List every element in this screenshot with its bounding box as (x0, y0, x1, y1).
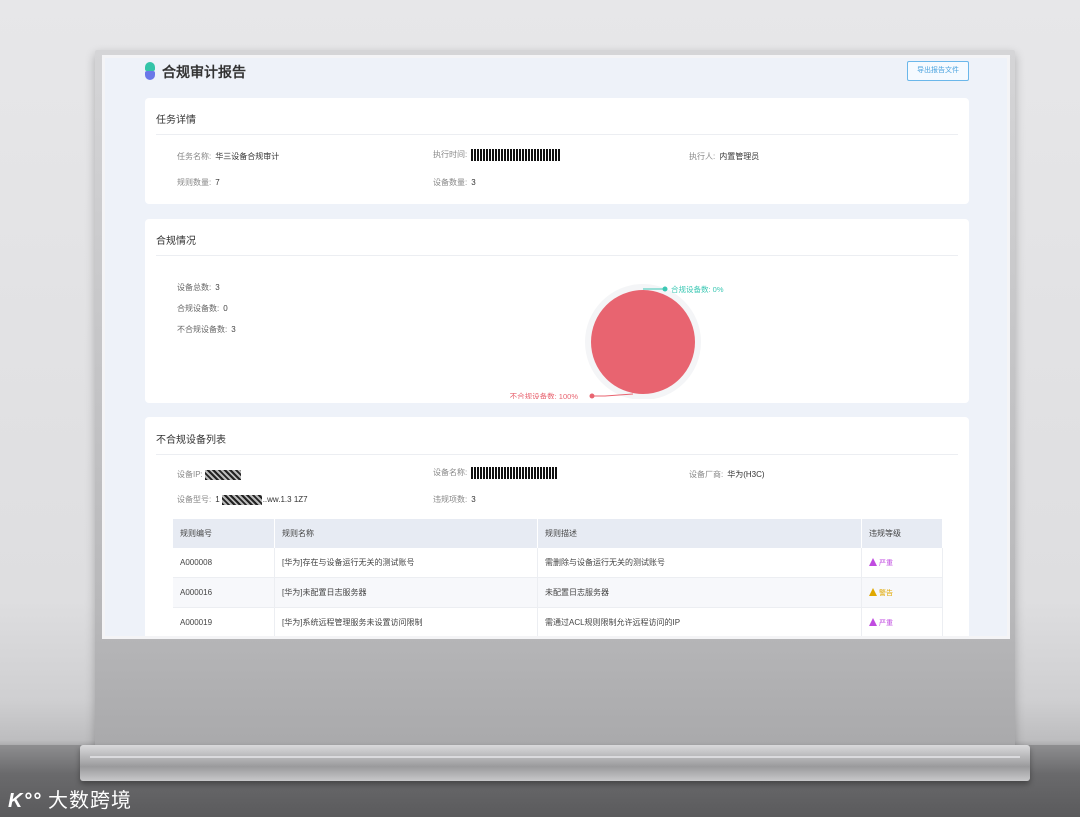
rule-id: A000016 (173, 577, 275, 608)
compliance-title: 合规情况 (156, 236, 196, 247)
total-devices: 设备总数: 3 (177, 283, 220, 292)
violation-count: 违规项数: 3 (433, 495, 476, 504)
rule-description: 需删除与设备运行无关的测试账号 (537, 548, 862, 578)
violations-table: 规则编号 规则名称 规则描述 违规等级 A000008 [华为]存在与设备运行无关… (173, 519, 943, 636)
column-header: 规则描述 (537, 519, 862, 548)
column-header: 规则编号 (173, 519, 275, 548)
level-text: 严重 (879, 559, 893, 567)
exec-time: 执行时间: (433, 149, 562, 161)
device-ip: 设备IP: (177, 469, 241, 480)
compliance-card: 合规情况 设备总数: 3 合规设备数: 0 不合规设备数: 3 合规设备数: 0% 不合… (145, 219, 969, 403)
table-header-row: 规则编号 规则名称 规则描述 违规等级 (173, 519, 943, 548)
redacted-model (221, 494, 262, 505)
redacted-ip (204, 469, 241, 480)
page-title: 合规审计报告 (162, 64, 246, 80)
app-logo-icon (145, 62, 155, 80)
rule-name: [华为]未配置日志服务器 (274, 577, 538, 608)
watermark: K°° 大数跨境 (8, 784, 132, 813)
device-vendor: 设备厂商: 华为(H3C) (689, 470, 765, 479)
screen: 合规审计报告 导出报告文件 任务详情 任务名称: 华三设备合规审计 执行时间: 执… (105, 58, 1007, 636)
task-details-card: 任务详情 任务名称: 华三设备合规审计 执行时间: 执行人: 内置管理员 规则数量:… (145, 98, 969, 204)
table-row: A000008 [华为]存在与设备运行无关的测试账号 需删除与设备运行无关的测试账号… (173, 548, 943, 578)
device-model: 设备型号: 1 ..ww.1.3 1Z7 (177, 494, 308, 505)
rule-description: 需通过ACL规则限制允许远程访问的IP (537, 607, 862, 636)
watermark-logo: K°° (8, 790, 42, 812)
pie-label-1: 不合规设备数: 100% (510, 391, 579, 399)
monitor-base (80, 745, 1030, 781)
column-header: 规则名称 (274, 519, 538, 548)
pie-leader-dot-0 (662, 286, 668, 292)
noncompliant-list-card: 不合规设备列表 设备IP: 设备名称: 设备厂商: 华为(H3C) 设备型号: 1.… (145, 417, 969, 636)
noncompliant-list-title: 不合规设备列表 (156, 435, 226, 446)
violation-level: 警告 (861, 577, 943, 608)
task-details-title: 任务详情 (156, 115, 196, 126)
executor: 执行人: 内置管理员 (689, 152, 760, 161)
warning-icon (869, 558, 877, 567)
device-count: 设备数量: 3 (433, 178, 476, 187)
warning-icon (869, 588, 877, 597)
rule-description: 未配置日志服务器 (537, 577, 862, 608)
compliance-pie-chart: 合规设备数: 0% 不合规设备数: 100% (510, 284, 724, 399)
level-text: 严重 (879, 619, 893, 627)
task-name: 任务名称: 华三设备合规审计 (177, 152, 280, 161)
monitor-base-highlight (90, 756, 1020, 758)
divider (156, 454, 958, 455)
rule-id: A000019 (173, 607, 275, 636)
pie-leader-dot-1 (589, 393, 595, 399)
rule-name: [华为]存在与设备运行无关的测试账号 (274, 548, 538, 578)
violation-level: 严重 (861, 607, 943, 636)
export-report-button[interactable]: 导出报告文件 (907, 61, 969, 81)
rule-id: A000008 (173, 548, 275, 578)
table-row: A000019 [华为]系统远程管理服务未设置访问限制 需通过ACL规则限制允许远程… (173, 607, 943, 636)
watermark-text: 大数跨境 (48, 790, 133, 812)
column-header: 违规等级 (861, 519, 943, 548)
table-body: A000008 [华为]存在与设备运行无关的测试账号 需删除与设备运行无关的测试账号… (173, 548, 943, 636)
redacted-device-name (471, 467, 558, 479)
pie-label-0: 合规设备数: 0% (671, 284, 724, 294)
divider (156, 134, 958, 135)
table-row: A000016 [华为]未配置日志服务器 未配置日志服务器 警告 (173, 577, 943, 608)
noncompliant-devices: 不合规设备数: 3 (177, 325, 236, 334)
warning-icon (869, 618, 877, 627)
divider (156, 255, 958, 256)
pie-slice-1 (591, 290, 695, 394)
device-name: 设备名称: (433, 467, 558, 479)
rule-count: 规则数量: 7 (177, 178, 220, 187)
redacted-time (471, 149, 562, 161)
compliant-devices: 合规设备数: 0 (177, 304, 228, 313)
level-text: 警告 (879, 589, 893, 597)
rule-name: [华为]系统远程管理服务未设置访问限制 (274, 607, 538, 636)
violation-level: 严重 (861, 548, 943, 578)
report-header: 合规审计报告 导出报告文件 (105, 58, 1007, 94)
